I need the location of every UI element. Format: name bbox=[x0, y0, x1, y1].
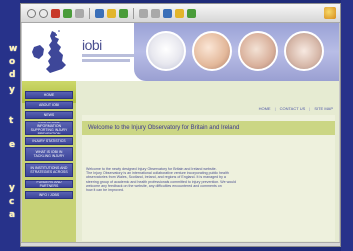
browser-statusbar bbox=[21, 242, 340, 246]
margin-text: d bbox=[9, 70, 16, 80]
banner-photo bbox=[284, 31, 324, 71]
logo-tagline-line bbox=[82, 59, 130, 62]
browser-window: iobi HOME ABOUT IOBI NEWS STATISTICAL IN… bbox=[20, 3, 341, 247]
welcome-title: Welcome to the Injury Observatory for Br… bbox=[88, 125, 240, 131]
margin-text: y bbox=[9, 183, 15, 193]
history-icon[interactable] bbox=[119, 8, 128, 18]
nav-item-news[interactable]: NEWS bbox=[25, 111, 73, 119]
uk-ireland-map-icon bbox=[26, 27, 76, 79]
left-margin-strip: w o d y t e y c a bbox=[0, 0, 20, 251]
margin-text: e bbox=[9, 140, 16, 150]
home-icon[interactable] bbox=[75, 8, 84, 18]
margin-text: y bbox=[9, 85, 15, 95]
print-icon[interactable] bbox=[151, 8, 160, 18]
banner-photo bbox=[238, 31, 278, 71]
browser-logo-icon bbox=[324, 7, 336, 19]
stop-icon[interactable] bbox=[51, 8, 60, 18]
body-line: how it can be improved. bbox=[86, 188, 124, 193]
favorites-icon[interactable] bbox=[107, 8, 116, 18]
main-content: Welcome to the Injury Observatory for Br… bbox=[82, 115, 335, 241]
logo-tagline-line bbox=[82, 54, 142, 57]
back-icon[interactable] bbox=[27, 8, 36, 18]
nav-item-statistical-info[interactable]: STATISTICAL INFORMATION SUPPORTING INJUR… bbox=[25, 121, 73, 135]
sidebar-nav: HOME ABOUT IOBI NEWS STATISTICAL INFORMA… bbox=[22, 91, 76, 245]
nav-item-info-jobs[interactable]: INFO / JOBS bbox=[25, 191, 73, 199]
site-header: iobi bbox=[22, 23, 339, 81]
top-links: HOME | CONTACT US | SITE MAP bbox=[259, 106, 333, 111]
nav-item-institutions[interactable]: IN INSTITUTIONS AND STRATEGIES ACROSS bbox=[25, 163, 73, 177]
nav-item-injury-statistics[interactable]: INJURY STATISTICS bbox=[25, 137, 73, 145]
margin-text: c bbox=[9, 197, 15, 207]
margin-text: a bbox=[9, 210, 16, 220]
refresh-icon[interactable] bbox=[63, 8, 72, 18]
nav-item-about[interactable]: ABOUT IOBI bbox=[25, 101, 73, 109]
toolbar-separator bbox=[89, 7, 90, 19]
mail-icon[interactable] bbox=[139, 8, 148, 18]
search-icon[interactable] bbox=[95, 8, 104, 18]
right-margin-strip bbox=[341, 0, 353, 251]
link-site-map[interactable]: SITE MAP bbox=[314, 106, 333, 111]
welcome-body: Welcome to the newly designed Injury Obs… bbox=[86, 167, 326, 192]
nav-item-home[interactable]: HOME bbox=[25, 91, 73, 99]
link-contact-us[interactable]: CONTACT US bbox=[280, 106, 306, 111]
forward-icon[interactable] bbox=[39, 8, 48, 18]
nav-item-tackling-injury[interactable]: WHAT IS IOBI IN TACKLING INJURY bbox=[25, 147, 73, 161]
link-home[interactable]: HOME bbox=[259, 106, 271, 111]
toolbar-separator bbox=[133, 7, 134, 19]
margin-text: t bbox=[9, 116, 14, 126]
link-separator: | bbox=[274, 106, 276, 111]
link-separator: | bbox=[309, 106, 311, 111]
banner-photo bbox=[192, 31, 232, 71]
screenshot-page: w o d y t e y c a iobi HOME ABOUT IOBI N… bbox=[0, 0, 353, 251]
web-page-viewport[interactable]: iobi HOME ABOUT IOBI NEWS STATISTICAL IN… bbox=[22, 23, 339, 245]
margin-text: w bbox=[9, 44, 18, 54]
site-logo[interactable]: iobi bbox=[82, 37, 102, 53]
header-banner bbox=[134, 23, 339, 81]
browser-toolbar bbox=[21, 4, 340, 23]
margin-text: o bbox=[9, 57, 16, 67]
nav-item-funders[interactable]: FUNDERS AND PARTNERS bbox=[25, 180, 73, 188]
banner-photo bbox=[146, 31, 186, 71]
messenger-icon[interactable] bbox=[187, 8, 196, 18]
folder-icon[interactable] bbox=[175, 8, 184, 18]
edit-icon[interactable] bbox=[163, 8, 172, 18]
welcome-heading: Welcome to the Injury Observatory for Br… bbox=[82, 121, 335, 135]
content-tab-area bbox=[76, 81, 339, 103]
